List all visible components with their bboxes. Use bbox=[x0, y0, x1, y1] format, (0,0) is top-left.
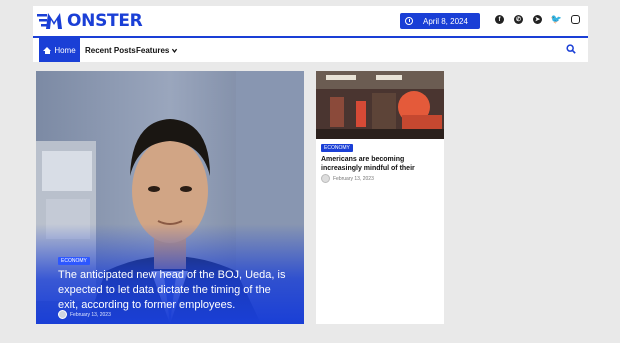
featured-category-badge[interactable]: ECONOMY bbox=[58, 257, 90, 265]
nav-home-label: Home bbox=[54, 45, 76, 55]
side-post-card[interactable]: ECONOMY Americans are becoming increasin… bbox=[316, 71, 444, 324]
site-header: ONSTER April 8, 2024 f ✆ ➤ 🐦 bbox=[33, 6, 588, 36]
twitter-icon[interactable]: 🐦 bbox=[551, 15, 562, 24]
home-icon bbox=[43, 46, 52, 54]
main-navigation: Home Recent Posts Features bbox=[33, 36, 588, 62]
nav-recent-label: Recent Posts bbox=[85, 45, 136, 55]
side-post-image bbox=[316, 71, 444, 139]
whatsapp-icon[interactable]: ✆ bbox=[514, 15, 523, 24]
featured-post[interactable]: ECONOMY The anticipated new head of the … bbox=[36, 71, 304, 324]
telegram-icon[interactable]: ➤ bbox=[533, 15, 542, 24]
author-avatar bbox=[58, 310, 67, 319]
site-logo[interactable]: ONSTER bbox=[37, 10, 143, 32]
facebook-icon[interactable]: f bbox=[495, 15, 504, 24]
nav-home[interactable]: Home bbox=[39, 38, 80, 62]
nav-features-label: Features bbox=[136, 45, 170, 55]
search-icon[interactable] bbox=[566, 44, 576, 54]
featured-date: February 13, 2023 bbox=[70, 311, 111, 318]
side-post-category-badge[interactable]: ECONOMY bbox=[321, 144, 353, 152]
date-pill: April 8, 2024 bbox=[400, 13, 480, 29]
side-post-date: February 13, 2023 bbox=[333, 175, 374, 182]
social-links: f ✆ ➤ 🐦 bbox=[495, 15, 580, 24]
side-post-title[interactable]: Americans are becoming increasingly mind… bbox=[321, 155, 441, 173]
clock-icon bbox=[405, 17, 413, 25]
current-date: April 8, 2024 bbox=[423, 16, 468, 26]
instagram-icon[interactable] bbox=[571, 15, 580, 24]
featured-title[interactable]: The anticipated new head of the BOJ, Ued… bbox=[58, 268, 290, 313]
logo-text: ONSTER bbox=[67, 11, 143, 31]
nav-features[interactable]: Features bbox=[136, 38, 178, 62]
featured-meta: February 13, 2023 bbox=[58, 310, 111, 319]
side-post-meta: February 13, 2023 bbox=[321, 174, 374, 183]
nav-recent-posts[interactable]: Recent Posts bbox=[85, 38, 136, 62]
author-avatar bbox=[321, 174, 330, 183]
logo-mark bbox=[37, 10, 69, 32]
chevron-down-icon bbox=[172, 48, 178, 53]
